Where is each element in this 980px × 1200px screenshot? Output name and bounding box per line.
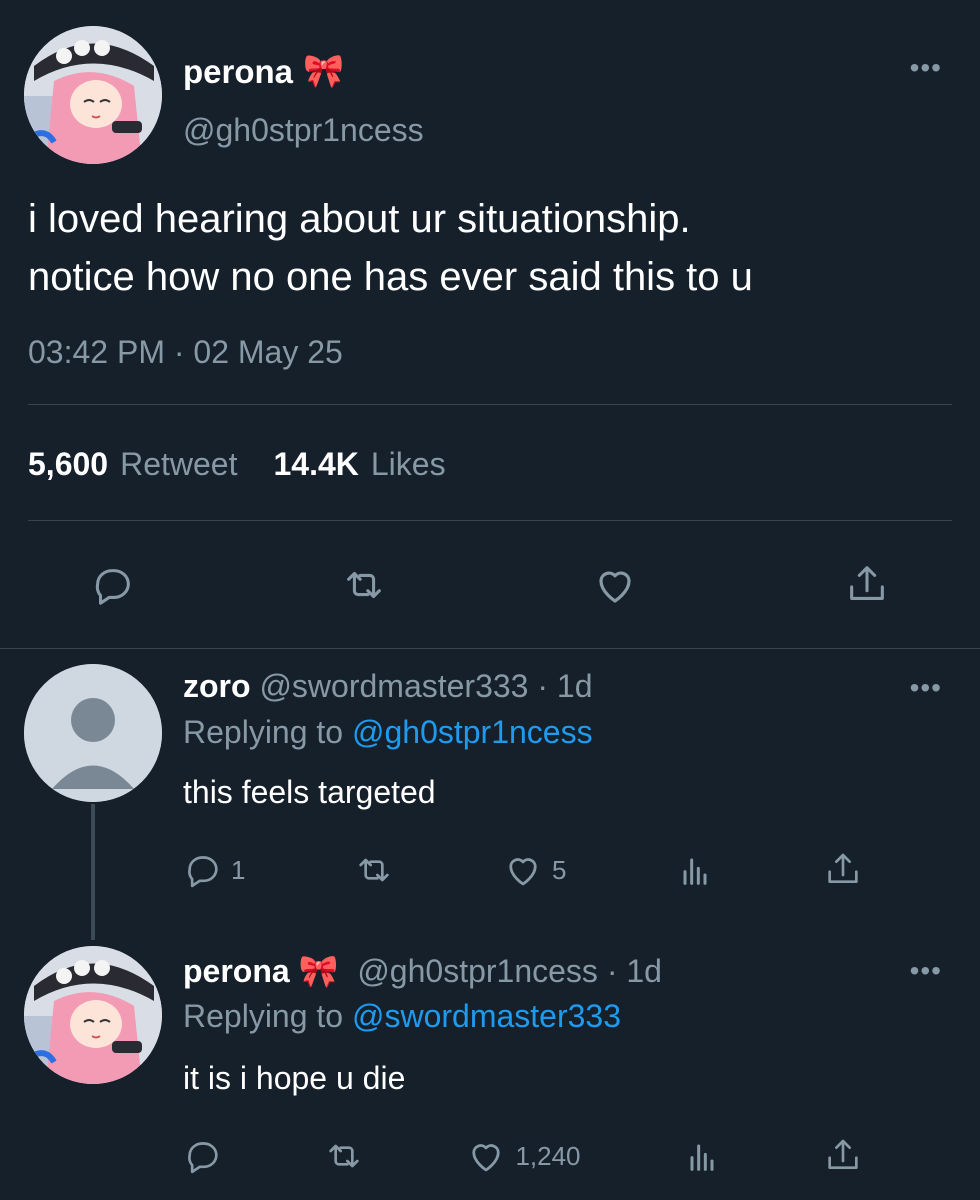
default-avatar-icon <box>24 664 162 802</box>
retweet-button[interactable] <box>324 1136 364 1176</box>
share-button[interactable] <box>844 562 890 608</box>
reply-handle-time[interactable]: @swordmaster333 · 1d <box>259 668 592 704</box>
main-author-name[interactable]: perona 🎀 <box>183 52 344 91</box>
analytics-button[interactable] <box>682 1136 722 1176</box>
retweet-button[interactable] <box>341 562 387 608</box>
reply-author-name[interactable]: perona <box>183 953 290 989</box>
retweet-label: Retweet <box>120 446 238 482</box>
author-display-name: perona <box>183 52 294 90</box>
replying-to: Replying to @gh0stpr1ncess <box>183 714 593 751</box>
like-icon <box>472 1144 501 1172</box>
likes-label: Likes <box>370 446 446 482</box>
reply-button[interactable] <box>183 1136 223 1176</box>
thread-connector <box>91 804 95 940</box>
reply-count: 1 <box>231 854 246 885</box>
replying-to-handle[interactable]: @swordmaster333 <box>352 998 621 1034</box>
likes-stat[interactable]: 14.4K Likes <box>273 446 445 483</box>
retweet-icon <box>359 858 389 882</box>
reply-handle-time[interactable]: @gh0stpr1ncess · 1d <box>357 953 662 989</box>
divider <box>28 404 952 405</box>
reply-button[interactable]: 1 <box>183 850 245 890</box>
tweet-timestamp[interactable]: 03:42 PM · 02 May 25 <box>28 334 343 371</box>
tweet-text-line-1: i loved hearing about ur situationship. <box>28 197 691 241</box>
reply-author-avatar[interactable] <box>24 946 162 1084</box>
like-button[interactable]: 5 <box>502 849 566 891</box>
retweet-button[interactable] <box>354 850 394 890</box>
author-handle[interactable]: @gh0stpr1ncess <box>183 112 424 149</box>
share-icon <box>828 1139 858 1169</box>
analytics-icon <box>690 1144 714 1171</box>
ribbon-emoji: 🎀 <box>303 52 345 89</box>
retweet-count: 5,600 <box>28 446 109 482</box>
like-button[interactable]: 1,240 <box>465 1135 581 1177</box>
like-button[interactable] <box>591 561 639 609</box>
replying-to: Replying to @swordmaster333 <box>183 998 621 1035</box>
reply-action-bar: 1 5 <box>183 848 863 892</box>
tweet-text-line-2: notice how no one has ever said this to … <box>28 255 753 299</box>
like-count: 1,240 <box>515 1140 581 1171</box>
share-icon <box>828 853 858 883</box>
replying-to-handle[interactable]: @gh0stpr1ncess <box>352 714 593 750</box>
more-options-icon[interactable]: ••• <box>910 52 942 84</box>
reply-text: it is i hope u die <box>183 1060 406 1096</box>
reply-author-avatar[interactable] <box>24 664 162 802</box>
analytics-icon <box>683 858 707 885</box>
more-options-icon[interactable]: ••• <box>910 672 942 704</box>
ribbon-emoji: 🎀 <box>298 953 339 989</box>
more-options-icon[interactable]: ••• <box>910 955 942 987</box>
reply-header: zoro @swordmaster333 · 1d <box>183 668 593 705</box>
replying-to-prefix: Replying to <box>183 998 344 1034</box>
divider <box>0 648 980 649</box>
retweet-stat[interactable]: 5,600 Retweet <box>28 446 237 483</box>
reply-button[interactable] <box>90 562 136 608</box>
tweet-stats: 5,600 Retweet 14.4K Likes <box>28 446 446 483</box>
like-icon <box>599 571 631 603</box>
retweet-icon <box>329 1144 359 1168</box>
tweet-text: i loved hearing about ur situationship. … <box>28 190 958 306</box>
like-count: 5 <box>552 854 567 885</box>
main-action-bar <box>90 560 890 610</box>
reply-icon <box>188 1142 218 1174</box>
main-author-avatar[interactable] <box>24 26 162 164</box>
share-icon <box>850 566 884 600</box>
replying-to-prefix: Replying to <box>183 714 344 750</box>
reply-icon <box>95 569 130 605</box>
reply-action-bar: 1,240 <box>183 1134 863 1178</box>
likes-count: 14.4K <box>273 446 359 482</box>
reply-author-name[interactable]: zoro <box>183 668 251 704</box>
retweet-icon <box>346 571 381 599</box>
analytics-button[interactable] <box>675 850 715 890</box>
divider <box>28 520 952 521</box>
like-icon <box>509 858 537 886</box>
share-button[interactable] <box>823 850 863 890</box>
reply-text: this feels targeted <box>183 774 436 810</box>
reply-header: perona 🎀 @gh0stpr1ncess · 1d <box>183 952 662 990</box>
reply-icon <box>188 856 218 888</box>
share-button[interactable] <box>823 1136 863 1176</box>
